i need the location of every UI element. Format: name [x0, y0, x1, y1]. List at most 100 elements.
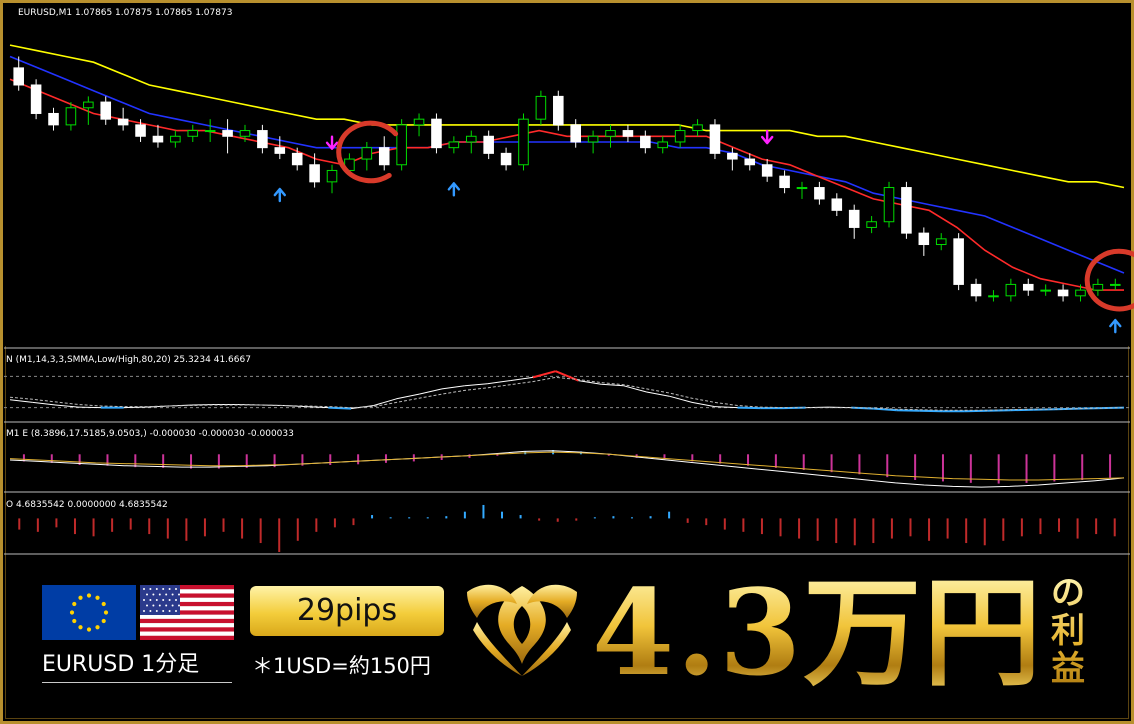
stochastic-main-segment — [419, 388, 443, 395]
stochastic-panel: N (M1,14,3,3,SMMA,Low/High,80,20) 25.323… — [4, 355, 1130, 413]
candle-body — [744, 158, 756, 166]
eu-star — [95, 625, 100, 630]
candle-body — [239, 130, 251, 137]
stochastic-main-segment — [510, 376, 533, 382]
eu-star — [86, 593, 92, 598]
us-star — [152, 604, 155, 607]
stochastic-main-segment — [487, 380, 511, 385]
suffix-char-no: の — [1051, 573, 1085, 613]
candle-body — [326, 169, 338, 183]
candle-body — [970, 283, 982, 297]
exchange-rate-note: ＊1USD=約150円 — [252, 654, 431, 678]
candle — [709, 119, 721, 160]
candle-body — [1075, 289, 1086, 297]
us-star — [155, 599, 158, 601]
us-star — [155, 588, 158, 590]
us-star — [175, 588, 177, 590]
eu-star — [95, 595, 100, 600]
candle-body — [779, 175, 790, 189]
eu-star — [69, 610, 75, 615]
candle-body — [883, 187, 895, 223]
candle-body — [309, 164, 320, 183]
candle-body — [65, 107, 77, 126]
candle-body — [535, 95, 547, 120]
candle-body — [518, 118, 529, 166]
candle-body — [448, 141, 460, 149]
candle — [883, 181, 895, 228]
candle-body — [935, 238, 947, 246]
candle-body — [274, 147, 286, 154]
candle — [30, 79, 42, 120]
candle-body — [30, 84, 42, 114]
us-star — [168, 599, 171, 601]
pair-label: EURUSD 1分足 — [42, 648, 232, 683]
candle-body — [187, 130, 199, 137]
us-star — [165, 604, 168, 607]
main-price-panel: EURUSD,M1 1.07865 1.07875 1.07865 1.0787… — [4, 4, 1134, 346]
us-star — [168, 588, 171, 590]
oscillator-panel: O 4.6835542 0.0000000 4.6835542 — [6, 500, 1116, 552]
brand-logo-icon — [467, 584, 577, 676]
us-star — [149, 588, 152, 590]
candle — [396, 119, 407, 171]
candle-body — [413, 118, 425, 126]
candle-body — [988, 295, 999, 298]
pips-badge: 29pips — [250, 586, 444, 636]
candle-body — [1110, 283, 1121, 286]
stochastic-main-segment — [669, 395, 693, 403]
stochastic-main-segment — [32, 401, 56, 406]
us-star — [171, 604, 174, 607]
candle-body — [1040, 289, 1051, 292]
stochastic-main-segment — [919, 409, 943, 413]
candle-body — [48, 112, 59, 126]
candle-body — [117, 118, 129, 126]
us-star — [143, 610, 145, 612]
candle-body — [901, 187, 912, 234]
candle-body — [640, 135, 651, 149]
stochastic-main-segment — [737, 406, 761, 410]
candle-body — [83, 101, 94, 109]
us-flag — [140, 585, 234, 640]
oscillator-header: O 4.6835542 0.0000000 4.6835542 — [6, 500, 168, 510]
eu-star — [101, 601, 106, 607]
us-star — [149, 599, 152, 601]
candle-body — [291, 152, 303, 166]
candle-body — [204, 130, 216, 133]
candle-body — [918, 232, 930, 246]
eu-star — [78, 595, 83, 600]
stochastic-main-segment — [691, 401, 715, 408]
eu-star — [86, 627, 92, 632]
us-star — [152, 593, 155, 596]
candle-body — [483, 135, 494, 154]
us-star — [162, 599, 165, 601]
candle-body — [796, 187, 808, 190]
candle-body — [135, 124, 146, 137]
candle-body — [170, 135, 181, 143]
candle-body — [848, 209, 860, 228]
candle-body — [257, 130, 268, 149]
trading-chart: EURUSD,M1 1.07865 1.07875 1.07865 1.0787… — [4, 4, 1134, 555]
suffix-char-eki: 益 — [1051, 649, 1085, 689]
candle-body — [465, 135, 477, 143]
stochastic-main-segment — [896, 409, 920, 412]
us-star — [162, 610, 165, 612]
candle-body — [431, 118, 442, 149]
us-star — [146, 593, 148, 596]
us-star — [165, 593, 168, 596]
candle — [953, 233, 964, 291]
us-star — [178, 593, 180, 596]
candle-body — [587, 135, 599, 143]
eu-flag — [42, 585, 136, 640]
us-star — [175, 610, 177, 612]
eu-star — [103, 610, 109, 615]
candle-body — [953, 238, 964, 285]
profit-amount: 4.3万円 — [592, 563, 1044, 702]
stochastic-main-segment — [646, 391, 670, 397]
candle — [518, 113, 529, 171]
stochastic-main-segment — [396, 393, 420, 400]
macd-panel: M1 E (8.3896,17.5185,9.0503,) -0.000030 … — [6, 429, 1125, 488]
us-star — [171, 593, 174, 596]
stochastic-main-segment — [441, 385, 465, 390]
profit-suffix: の 利 益 — [1040, 574, 1096, 688]
us-star — [178, 604, 180, 607]
